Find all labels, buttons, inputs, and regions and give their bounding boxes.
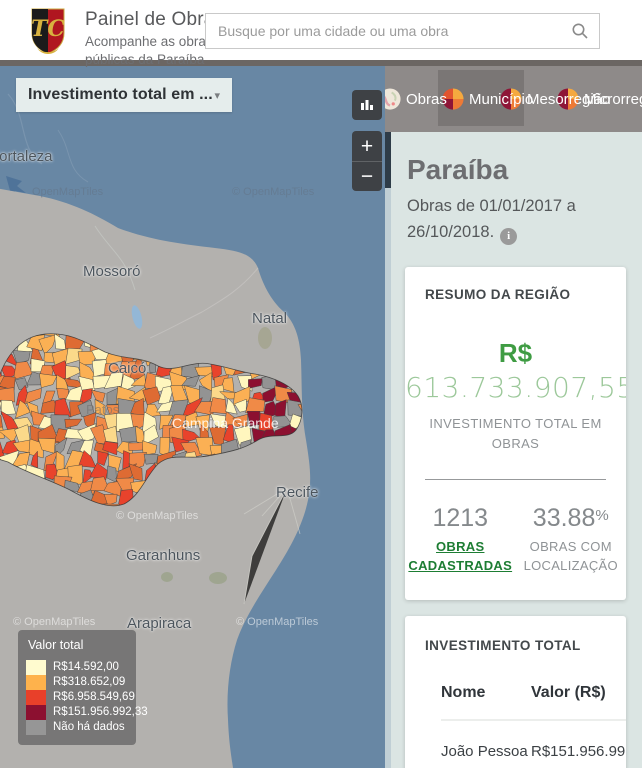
summary-card-title: RESUMO DA REGIÃO — [405, 287, 626, 302]
legend-swatch — [26, 660, 46, 675]
investment-table-card: INVESTIMENTO TOTAL Nome Valor (R$) João … — [405, 616, 626, 768]
investment-value: R$151.956.992,33 — [531, 741, 626, 764]
registered-works-count: 1213 — [405, 504, 516, 533]
legend-swatch — [26, 705, 46, 720]
svg-text:TC: TC — [31, 16, 65, 42]
legend-label: R$6.958.549,69 — [46, 690, 135, 705]
legend-item: Não há dados — [26, 720, 128, 735]
bar-chart-icon — [359, 97, 375, 113]
localized-works-label: OBRAS COM LOCALIZAÇÃO — [516, 538, 627, 576]
legend-item: R$14.592,00 — [26, 660, 128, 675]
legend-label: R$318.652,09 — [46, 675, 125, 690]
tab-label: Microrregião — [584, 91, 642, 108]
column-header-valor: Valor (R$) — [531, 681, 606, 705]
search-input[interactable] — [216, 22, 571, 40]
tab-label: Município — [469, 91, 533, 108]
map-zoom-control: + − — [352, 131, 382, 191]
currency-symbol: R$ — [405, 338, 626, 369]
info-icon[interactable]: i — [500, 228, 517, 245]
panel-body: Paraíba Obras de 01/01/2017 a 26/10/2018… — [385, 132, 642, 768]
search-box[interactable] — [205, 13, 600, 49]
app-subtitle: Acompanhe as obras públicas da Paraíba — [85, 33, 224, 69]
chart-toggle-button[interactable] — [352, 90, 382, 120]
metric-dropdown[interactable]: Investimento total em ... ▾ — [16, 78, 232, 112]
tab-bar: ObrasMunicípioMesorregiãoMicrorregião — [385, 66, 642, 132]
metric-dropdown-label: Investimento total em ... — [28, 86, 213, 104]
tab-obras[interactable]: Obras — [385, 66, 447, 132]
total-investment-amount: 613.733.907,55 — [405, 371, 626, 404]
investment-card-title: INVESTIMENTO TOTAL — [405, 638, 626, 653]
legend-item: R$6.958.549,69 — [26, 690, 128, 705]
legend-label: R$151.956.992,33 — [46, 705, 148, 720]
app-title: Painel de Obras — [85, 9, 224, 31]
localized-works-stat: 33.88% OBRAS COM LOCALIZAÇÃO — [516, 504, 627, 576]
municipality-name: João Pessoa — [441, 741, 531, 764]
table-header-rule — [441, 719, 626, 721]
legend-swatch — [26, 720, 46, 735]
registered-works-link[interactable]: OBRAS CADASTRADAS — [408, 539, 512, 573]
legend-title: Valor total — [28, 638, 128, 652]
table-row[interactable]: João PessoaR$151.956.992,33 — [441, 741, 626, 764]
registered-works-stat: 1213 OBRAS CADASTRADAS — [405, 504, 516, 576]
card-divider — [425, 479, 606, 480]
localized-works-percent: 33.88% — [516, 504, 627, 533]
zoom-out-button[interactable]: − — [352, 161, 382, 191]
legend-swatch — [26, 690, 46, 705]
region-subtitle: Obras de 01/01/2017 a 26/10/2018.i — [407, 194, 632, 245]
choropleth-map[interactable]: FortalezaMossoróNatalCaicóPatosCampina G… — [0, 64, 385, 768]
zoom-in-button[interactable]: + — [352, 131, 382, 161]
app-header: TC Painel de Obras Acompanhe as obras pú… — [0, 0, 642, 60]
map-legend: Valor total R$14.592,00R$318.652,09R$6.9… — [18, 630, 136, 745]
tab-label: Obras — [406, 91, 447, 108]
total-investment-label: INVESTIMENTO TOTAL EM OBRAS — [423, 414, 608, 453]
chevron-down-icon: ▾ — [214, 89, 220, 102]
total-investment: R$ 613.733.907,55 INVESTIMENTO TOTAL EM … — [405, 338, 626, 453]
header-titles: Painel de Obras Acompanhe as obras públi… — [85, 9, 224, 69]
legend-label: R$14.592,00 — [46, 660, 119, 675]
region-title: Paraíba — [407, 154, 626, 186]
legend-swatch — [26, 675, 46, 690]
magnifier-icon[interactable] — [571, 22, 589, 40]
investment-rows: João PessoaR$151.956.992,33Santa RitaR$1… — [441, 741, 626, 768]
tce-pb-crest-logo: TC — [30, 7, 66, 55]
details-panel: ObrasMunicípioMesorregiãoMicrorregião Pa… — [385, 66, 642, 768]
table-header-row: Nome Valor (R$) — [441, 681, 626, 705]
investment-table: Nome Valor (R$) — [441, 681, 626, 705]
legend-item: R$151.956.992,33 — [26, 705, 128, 720]
column-header-nome: Nome — [441, 681, 531, 705]
legend-item: R$318.652,09 — [26, 675, 128, 690]
region-summary-card: RESUMO DA REGIÃO R$ 613.733.907,55 INVES… — [405, 267, 626, 600]
legend-label: Não há dados — [46, 720, 125, 735]
map-circle-icon — [385, 86, 403, 112]
